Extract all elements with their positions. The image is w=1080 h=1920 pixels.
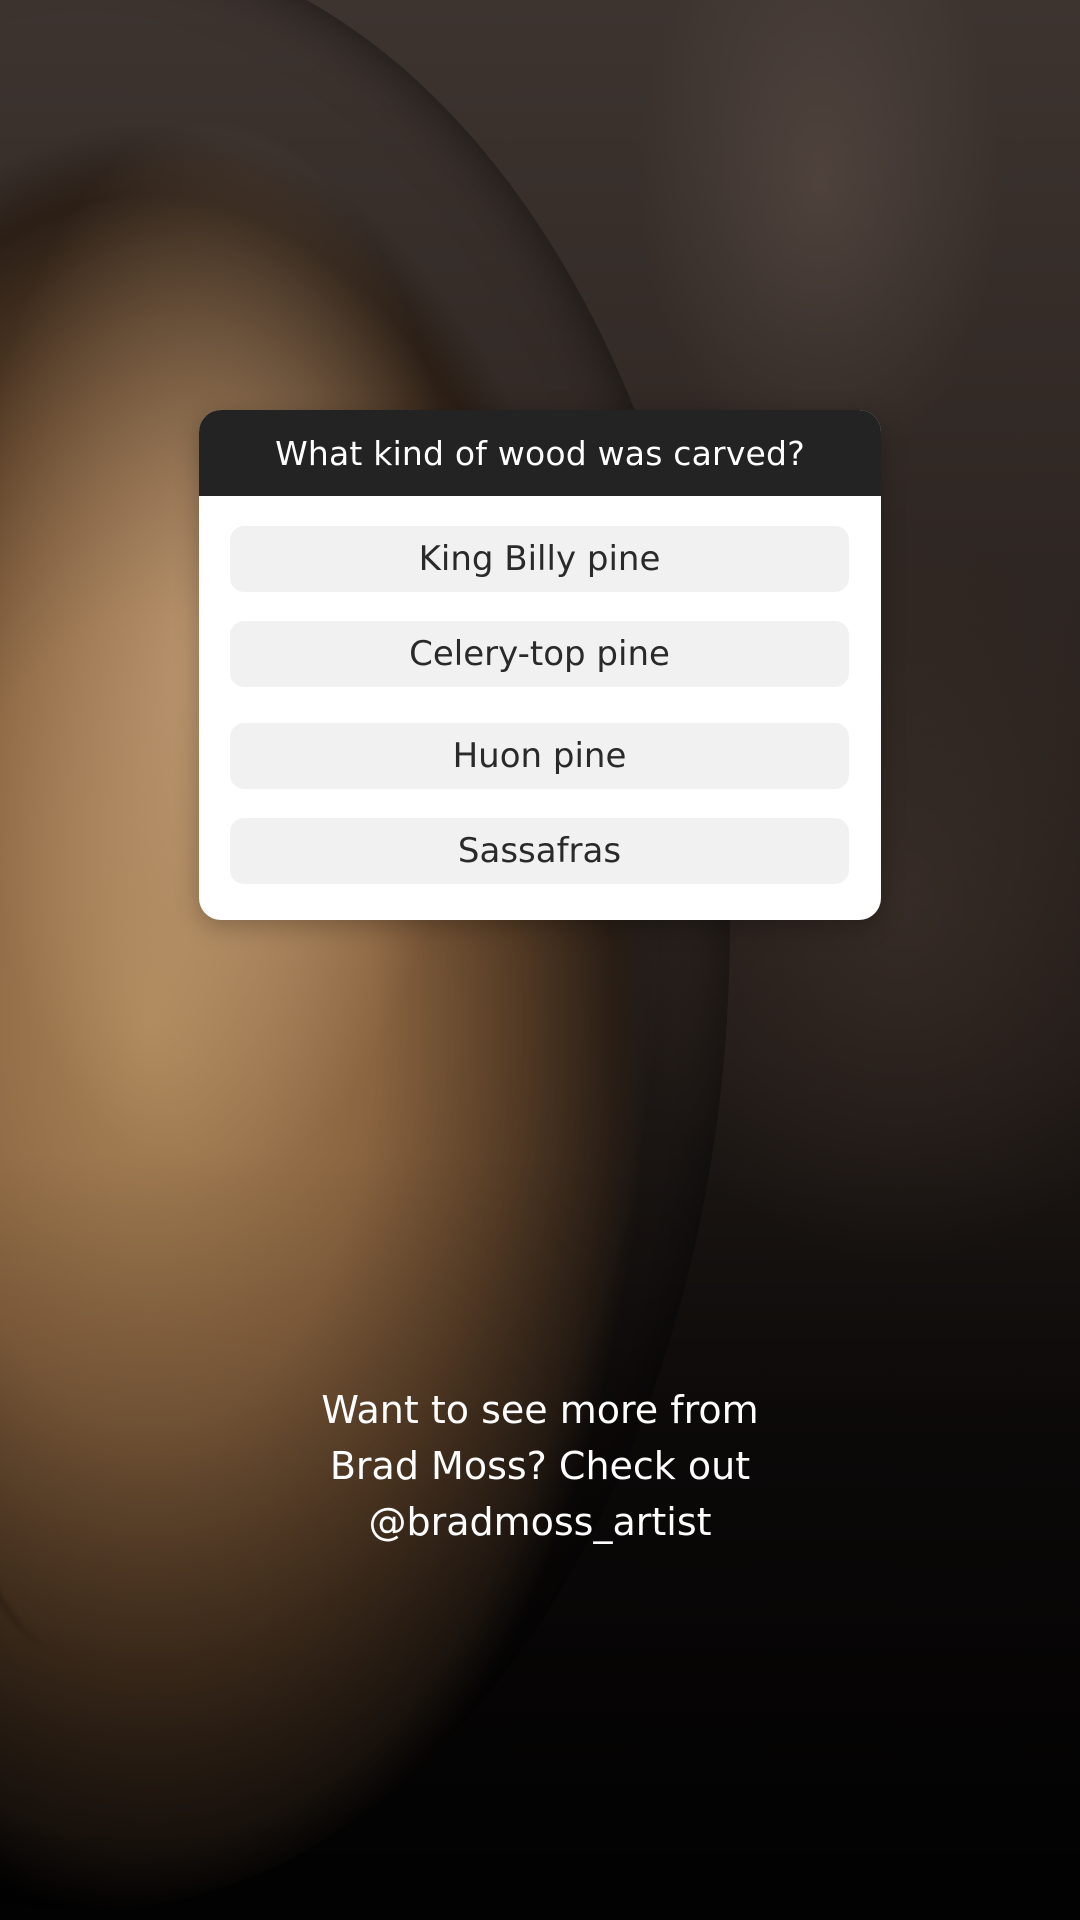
- background-photo: [0, 0, 1080, 1920]
- caption-line: Want to see more from: [321, 1388, 759, 1432]
- story-canvas: What kind of wood was carved? King Billy…: [0, 0, 1080, 1920]
- quiz-option-sassafras[interactable]: Sassafras: [230, 818, 849, 884]
- quiz-sticker: What kind of wood was carved? King Billy…: [199, 410, 881, 920]
- promo-caption: Want to see more from Brad Moss? Check o…: [240, 1382, 840, 1550]
- quiz-option-celery-top-pine[interactable]: Celery-top pine: [230, 621, 849, 687]
- quiz-option-huon-pine[interactable]: Huon pine: [230, 723, 849, 789]
- caption-handle[interactable]: @bradmoss_artist: [240, 1494, 840, 1550]
- quiz-option-king-billy-pine[interactable]: King Billy pine: [230, 526, 849, 592]
- caption-line: Brad Moss? Check out: [329, 1444, 751, 1488]
- quiz-options: King Billy pine Celery-top pine Huon pin…: [199, 496, 881, 920]
- quiz-question: What kind of wood was carved?: [199, 410, 881, 496]
